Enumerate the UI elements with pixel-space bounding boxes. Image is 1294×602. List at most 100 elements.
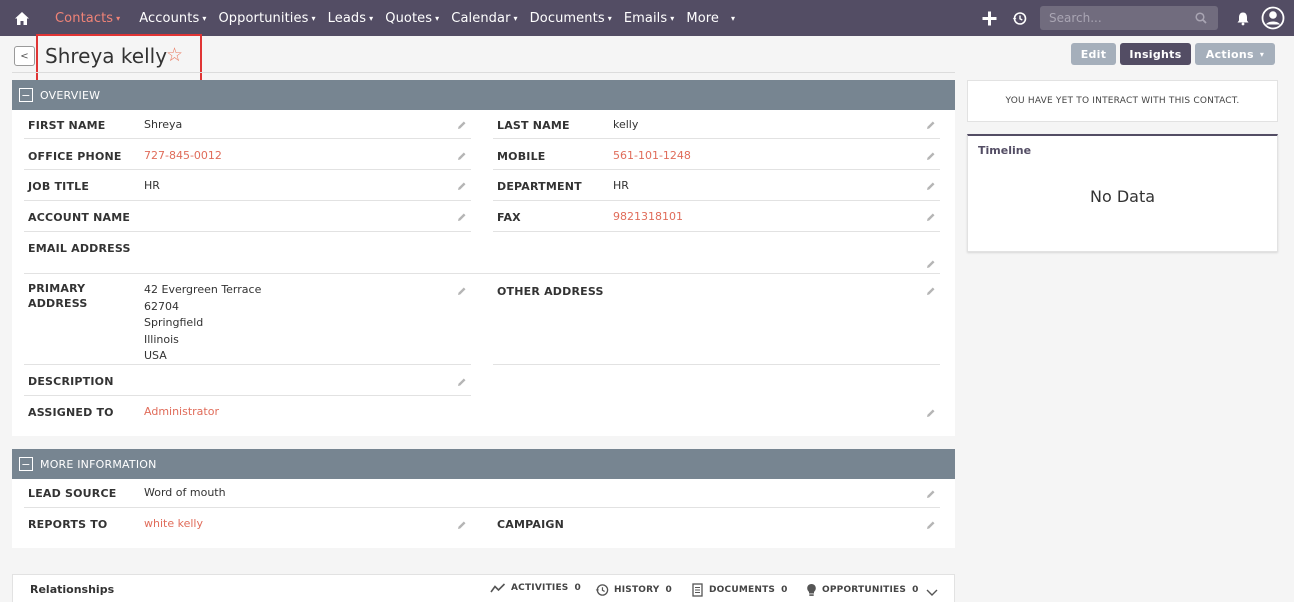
edit-pencil-icon[interactable] — [926, 520, 936, 530]
nav-documents[interactable]: Documents ▾ — [524, 0, 618, 36]
more-information-panel-header[interactable]: − MORE INFORMATION — [12, 449, 955, 479]
edit-pencil-icon[interactable] — [457, 286, 467, 296]
chevron-down-icon: ▾ — [513, 13, 518, 23]
back-button[interactable]: < — [14, 46, 35, 66]
nav-quotes-label: Quotes — [385, 10, 433, 26]
nav-leads-label: Leads — [327, 10, 367, 26]
nav-leads[interactable]: Leads ▾ — [322, 0, 380, 36]
field-divider — [493, 138, 940, 139]
nav-opportunities-label: Opportunities — [218, 10, 309, 26]
field-divider — [493, 231, 940, 232]
address-street: 42 Evergreen Terrace — [144, 283, 262, 296]
tab-opportunities[interactable]: OPPORTUNITIES 0 — [806, 583, 919, 597]
nav-more-label: More — [686, 10, 720, 26]
field-divider — [24, 395, 471, 396]
global-search[interactable] — [1040, 6, 1218, 30]
collapse-icon[interactable]: − — [19, 88, 33, 102]
edit-pencil-icon[interactable] — [926, 120, 936, 130]
edit-pencil-icon[interactable] — [926, 259, 936, 269]
edit-pencil-icon[interactable] — [457, 181, 467, 191]
tab-activities[interactable]: ACTIVITIES 0 — [490, 583, 581, 593]
address-city: Springfield — [144, 316, 204, 329]
overview-panel: − OVERVIEW FIRST NAME Shreya LAST NAME k… — [12, 80, 955, 436]
timeline-empty-message: No Data — [1089, 187, 1156, 206]
edit-pencil-icon[interactable] — [457, 377, 467, 387]
chevron-down-icon: ▾ — [435, 13, 440, 23]
chevron-down-icon: ▾ — [670, 13, 675, 23]
nav-right-tools — [974, 0, 1294, 36]
chevron-down-icon: ▾ — [731, 13, 736, 23]
address-state: Illinois — [144, 332, 179, 346]
top-navigation-bar: Contacts ▾ Accounts ▾ Opportunities ▾ Leads… — [0, 0, 1294, 36]
edit-pencil-icon[interactable] — [926, 489, 936, 499]
nav-accounts[interactable]: Accounts ▾ — [133, 0, 212, 36]
nav-quotes[interactable]: Quotes ▾ — [379, 0, 445, 36]
nav-calendar[interactable]: Calendar ▾ — [445, 0, 523, 36]
chevron-down-icon: ▾ — [1259, 49, 1265, 59]
favorite-star-icon[interactable]: ☆ — [166, 46, 183, 65]
insights-button[interactable]: Insights — [1120, 43, 1191, 65]
tab-opportunities-count: 0 — [912, 585, 919, 595]
reports-to-link[interactable]: white kelly — [144, 516, 203, 533]
primary-address-label: PRIMARY ADDRESS — [28, 281, 88, 311]
last-name-value: kelly — [613, 118, 639, 131]
edit-pencil-icon[interactable] — [926, 212, 936, 222]
nav-more[interactable]: More ▾ — [680, 0, 741, 36]
search-icon[interactable] — [1195, 12, 1207, 24]
job-title-value: HR — [144, 179, 160, 192]
campaign-label: CAMPAIGN — [497, 518, 565, 531]
field-divider — [493, 200, 940, 201]
chevron-down-icon: ▾ — [202, 13, 207, 23]
fax-link[interactable]: 9821318101 — [613, 209, 683, 226]
nav-contacts-label: Contacts — [55, 10, 114, 26]
edit-pencil-icon[interactable] — [926, 151, 936, 161]
fax-label: FAX — [497, 211, 521, 224]
office-phone-link[interactable]: 727-845-0012 — [144, 148, 222, 165]
recently-viewed-button[interactable] — [1004, 0, 1034, 36]
department-value: HR — [613, 179, 629, 192]
edit-pencil-icon[interactable] — [926, 408, 936, 418]
field-divider — [493, 364, 940, 365]
field-divider — [24, 169, 471, 170]
edit-pencil-icon[interactable] — [926, 286, 936, 296]
department-label: DEPARTMENT — [497, 180, 582, 193]
edit-pencil-icon[interactable] — [457, 120, 467, 130]
nav-accounts-label: Accounts — [139, 10, 200, 26]
tab-history[interactable]: HISTORY 0 — [595, 583, 672, 597]
primary-address-label-line2: ADDRESS — [28, 297, 88, 310]
nav-emails[interactable]: Emails ▾ — [618, 0, 681, 36]
nav-opportunities[interactable]: Opportunities ▾ — [212, 0, 321, 36]
edit-pencil-icon[interactable] — [457, 151, 467, 161]
nav-contacts[interactable]: Contacts ▾ — [49, 0, 126, 36]
history-icon — [595, 584, 609, 596]
tab-history-count: 0 — [665, 585, 672, 595]
edit-button[interactable]: Edit — [1071, 43, 1116, 65]
mobile-label: MOBILE — [497, 150, 546, 163]
edit-pencil-icon[interactable] — [457, 212, 467, 222]
chevron-down-icon[interactable] — [926, 589, 938, 597]
edit-pencil-icon[interactable] — [926, 181, 936, 191]
home-button[interactable] — [0, 0, 44, 36]
overview-panel-header[interactable]: − OVERVIEW — [12, 80, 955, 110]
nav-calendar-label: Calendar — [451, 10, 511, 26]
user-menu-button[interactable] — [1258, 0, 1288, 36]
chevron-down-icon: ▾ — [116, 13, 121, 23]
assigned-to-link[interactable]: Administrator — [144, 404, 219, 421]
home-icon — [15, 11, 29, 25]
nav-emails-label: Emails — [623, 10, 668, 26]
actions-button[interactable]: Actions ▾ — [1195, 43, 1275, 65]
notifications-button[interactable] — [1228, 0, 1258, 36]
lead-source-label: LEAD SOURCE — [28, 487, 117, 500]
tab-documents[interactable]: DOCUMENTS 0 — [691, 583, 788, 597]
chevron-down-icon: ▾ — [369, 13, 374, 23]
search-input[interactable] — [1049, 11, 1195, 25]
mobile-link[interactable]: 561-101-1248 — [613, 148, 691, 165]
edit-pencil-icon[interactable] — [457, 520, 467, 530]
tab-opportunities-label: OPPORTUNITIES — [822, 585, 907, 595]
primary-address-value: 42 Evergreen Terrace 62704 Springfield I… — [144, 282, 261, 365]
first-name-value: Shreya — [144, 118, 183, 131]
quick-create-button[interactable] — [974, 0, 1004, 36]
tab-documents-count: 0 — [781, 585, 788, 595]
collapse-icon[interactable]: − — [19, 457, 33, 471]
chevron-left-icon: < — [20, 50, 29, 62]
